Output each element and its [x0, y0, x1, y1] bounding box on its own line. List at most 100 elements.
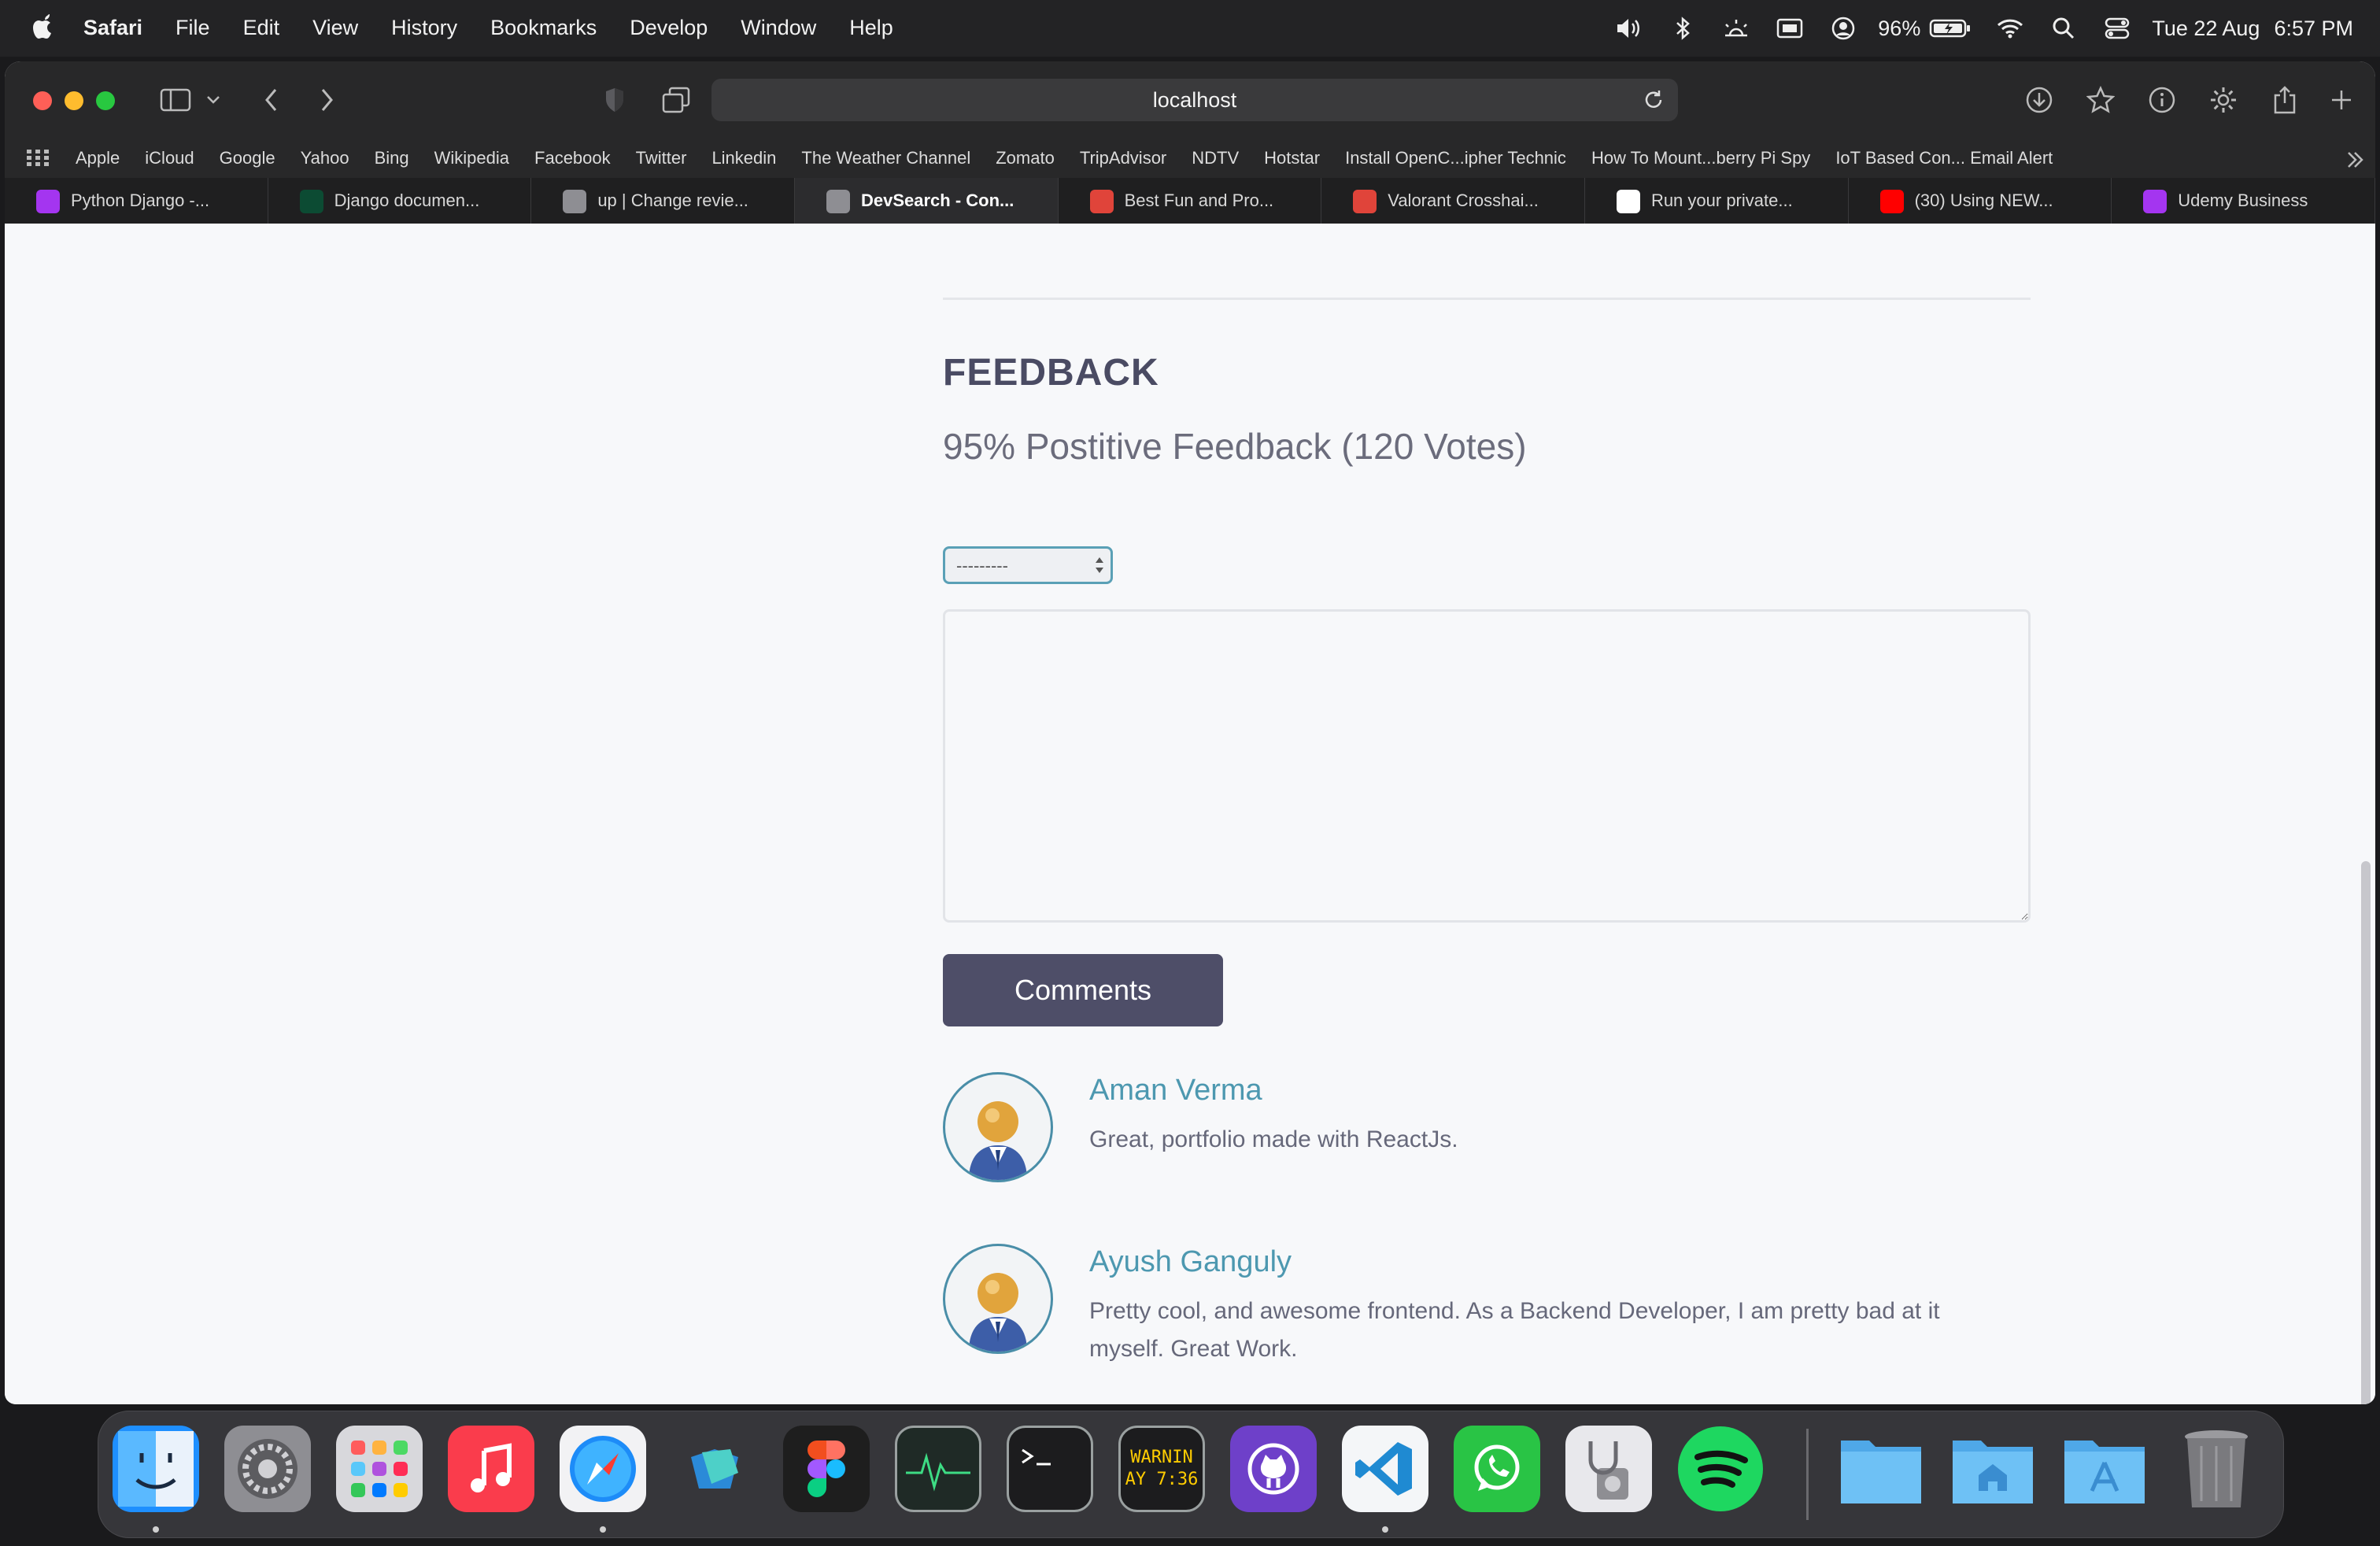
- favorite-link[interactable]: Linkedin: [711, 148, 776, 168]
- tab[interactable]: Valorant Crosshai...: [1321, 178, 1585, 224]
- github-desktop-dock-icon[interactable]: [1230, 1426, 1317, 1512]
- tab[interactable]: Best Fun and Pro...: [1059, 178, 1322, 224]
- applications-folder-dock-icon[interactable]: [2061, 1426, 2148, 1512]
- favorite-link[interactable]: How To Mount...berry Pi Spy: [1591, 148, 1810, 168]
- bluetooth-icon[interactable]: [1667, 13, 1698, 44]
- tab[interactable]: Udemy Business: [2112, 178, 2375, 224]
- home-folder-dock-icon[interactable]: [1949, 1426, 2036, 1512]
- privacy-shield-icon[interactable]: [597, 82, 633, 118]
- favorite-link[interactable]: IoT Based Con... Email Alert: [1835, 148, 2053, 168]
- new-tab-plus-icon[interactable]: [2323, 82, 2360, 118]
- udemy-icon: [2143, 190, 2168, 213]
- share-icon[interactable]: [2267, 82, 2303, 118]
- letter-l-icon: [826, 190, 850, 213]
- spotlight-search-icon[interactable]: [2048, 13, 2079, 44]
- favorite-link[interactable]: Hotstar: [1264, 148, 1320, 168]
- comment-textarea[interactable]: [943, 609, 2031, 923]
- menu-file[interactable]: File: [176, 16, 210, 40]
- music-dock-icon[interactable]: [448, 1426, 534, 1512]
- minimize-window-button[interactable]: [65, 91, 83, 110]
- disk-utility-dock-icon[interactable]: [1565, 1426, 1652, 1512]
- launchpad-dock-icon[interactable]: [336, 1426, 423, 1512]
- battery-icon[interactable]: [1928, 13, 1972, 44]
- system-settings-dock-icon[interactable]: [224, 1426, 311, 1512]
- bookmark-star-icon[interactable]: [2082, 82, 2119, 118]
- vscode-dock-icon[interactable]: [1342, 1426, 1428, 1512]
- vote-select[interactable]: ---------: [943, 546, 1113, 584]
- apple-logo-icon[interactable]: [30, 11, 55, 43]
- submit-comment-button[interactable]: Comments: [943, 954, 1223, 1026]
- favorite-link[interactable]: Yahoo: [301, 148, 349, 168]
- tab[interactable]: up | Change revie...: [531, 178, 795, 224]
- menu-history[interactable]: History: [391, 16, 457, 40]
- sidebar-toggle-icon[interactable]: [157, 82, 194, 118]
- menu-bookmarks[interactable]: Bookmarks: [490, 16, 597, 40]
- volume-icon[interactable]: [1613, 13, 1645, 44]
- forward-icon[interactable]: [309, 82, 345, 118]
- favorite-link[interactable]: Facebook: [534, 148, 611, 168]
- back-icon[interactable]: [253, 82, 290, 118]
- tab-title: up | Change revie...: [597, 190, 748, 210]
- settings-gear-icon[interactable]: [2205, 82, 2241, 118]
- favorite-link[interactable]: Google: [220, 148, 275, 168]
- reload-icon[interactable]: [1639, 85, 1669, 115]
- trash-dock-icon[interactable]: [2173, 1426, 2260, 1512]
- finder-dock-icon[interactable]: [113, 1426, 199, 1512]
- favorite-link[interactable]: Wikipedia: [434, 148, 509, 168]
- favorites-grid-icon[interactable]: [27, 150, 49, 167]
- tab-bar: Python Django -... Django documen... up | …: [5, 178, 2375, 224]
- brightness-icon[interactable]: [1720, 13, 1752, 44]
- safari-dock-icon[interactable]: [560, 1426, 646, 1512]
- tab-overview-icon[interactable]: [658, 82, 694, 118]
- favorite-link[interactable]: NDTV: [1192, 148, 1239, 168]
- menu-help[interactable]: Help: [849, 16, 893, 40]
- spotify-dock-icon[interactable]: [1677, 1426, 1764, 1512]
- close-window-button[interactable]: [33, 91, 52, 110]
- favorite-link[interactable]: Twitter: [636, 148, 687, 168]
- whatsapp-dock-icon[interactable]: [1454, 1426, 1540, 1512]
- user-account-icon[interactable]: [1828, 13, 1859, 44]
- favorite-link[interactable]: TripAdvisor: [1080, 148, 1166, 168]
- avatar[interactable]: [943, 1244, 1053, 1354]
- menu-develop[interactable]: Develop: [630, 16, 708, 40]
- page-scrollbar[interactable]: [2361, 861, 2371, 1404]
- downloads-icon[interactable]: [2021, 82, 2057, 118]
- console-line-1: WARNIN: [1130, 1448, 1193, 1467]
- console-dock-icon[interactable]: WARNIN AY 7:36: [1118, 1426, 1205, 1512]
- menu-edit[interactable]: Edit: [243, 16, 280, 40]
- favorite-link[interactable]: Zomato: [996, 148, 1055, 168]
- menu-app-safari[interactable]: Safari: [83, 16, 142, 40]
- zoom-window-button[interactable]: [96, 91, 115, 110]
- display-icon[interactable]: [1774, 13, 1805, 44]
- url-text[interactable]: localhost: [1153, 88, 1237, 113]
- downloads-folder-dock-icon[interactable]: [1838, 1426, 1924, 1512]
- favorite-link[interactable]: Bing: [375, 148, 409, 168]
- chevron-down-icon[interactable]: [201, 82, 225, 118]
- wifi-icon[interactable]: [1994, 13, 2026, 44]
- tab[interactable]: Django documen...: [268, 178, 532, 224]
- chevron-right-more-icon[interactable]: [2344, 148, 2367, 172]
- favorite-link[interactable]: iCloud: [145, 148, 194, 168]
- address-bar[interactable]: localhost: [711, 79, 1678, 121]
- comment-author-link[interactable]: Ayush Ganguly: [1089, 1245, 1292, 1279]
- figma-dock-icon[interactable]: [783, 1426, 870, 1512]
- tab[interactable]: Python Django -...: [5, 178, 268, 224]
- tab[interactable]: Run your private...: [1585, 178, 1849, 224]
- freeform-dock-icon[interactable]: [671, 1426, 758, 1512]
- tab[interactable]: (30) Using NEW...: [1849, 178, 2112, 224]
- running-indicator: [600, 1526, 606, 1533]
- activity-monitor-dock-icon[interactable]: [895, 1426, 981, 1512]
- favorite-link[interactable]: Install OpenC...ipher Technic: [1345, 148, 1566, 168]
- comment-author-link[interactable]: Aman Verma: [1089, 1074, 1262, 1108]
- menu-window[interactable]: Window: [741, 16, 816, 40]
- info-icon[interactable]: [2144, 82, 2180, 118]
- menubar-date[interactable]: Tue 22 Aug: [2152, 17, 2260, 41]
- tab-active[interactable]: DevSearch - Con...: [794, 178, 1059, 224]
- menu-view[interactable]: View: [312, 16, 358, 40]
- favorite-link[interactable]: The Weather Channel: [801, 148, 970, 168]
- favorite-link[interactable]: Apple: [76, 148, 120, 168]
- avatar[interactable]: [943, 1072, 1053, 1182]
- menubar-time[interactable]: 6:57 PM: [2274, 17, 2353, 41]
- control-center-icon[interactable]: [2101, 13, 2133, 44]
- terminal-dock-icon[interactable]: [1007, 1426, 1093, 1512]
